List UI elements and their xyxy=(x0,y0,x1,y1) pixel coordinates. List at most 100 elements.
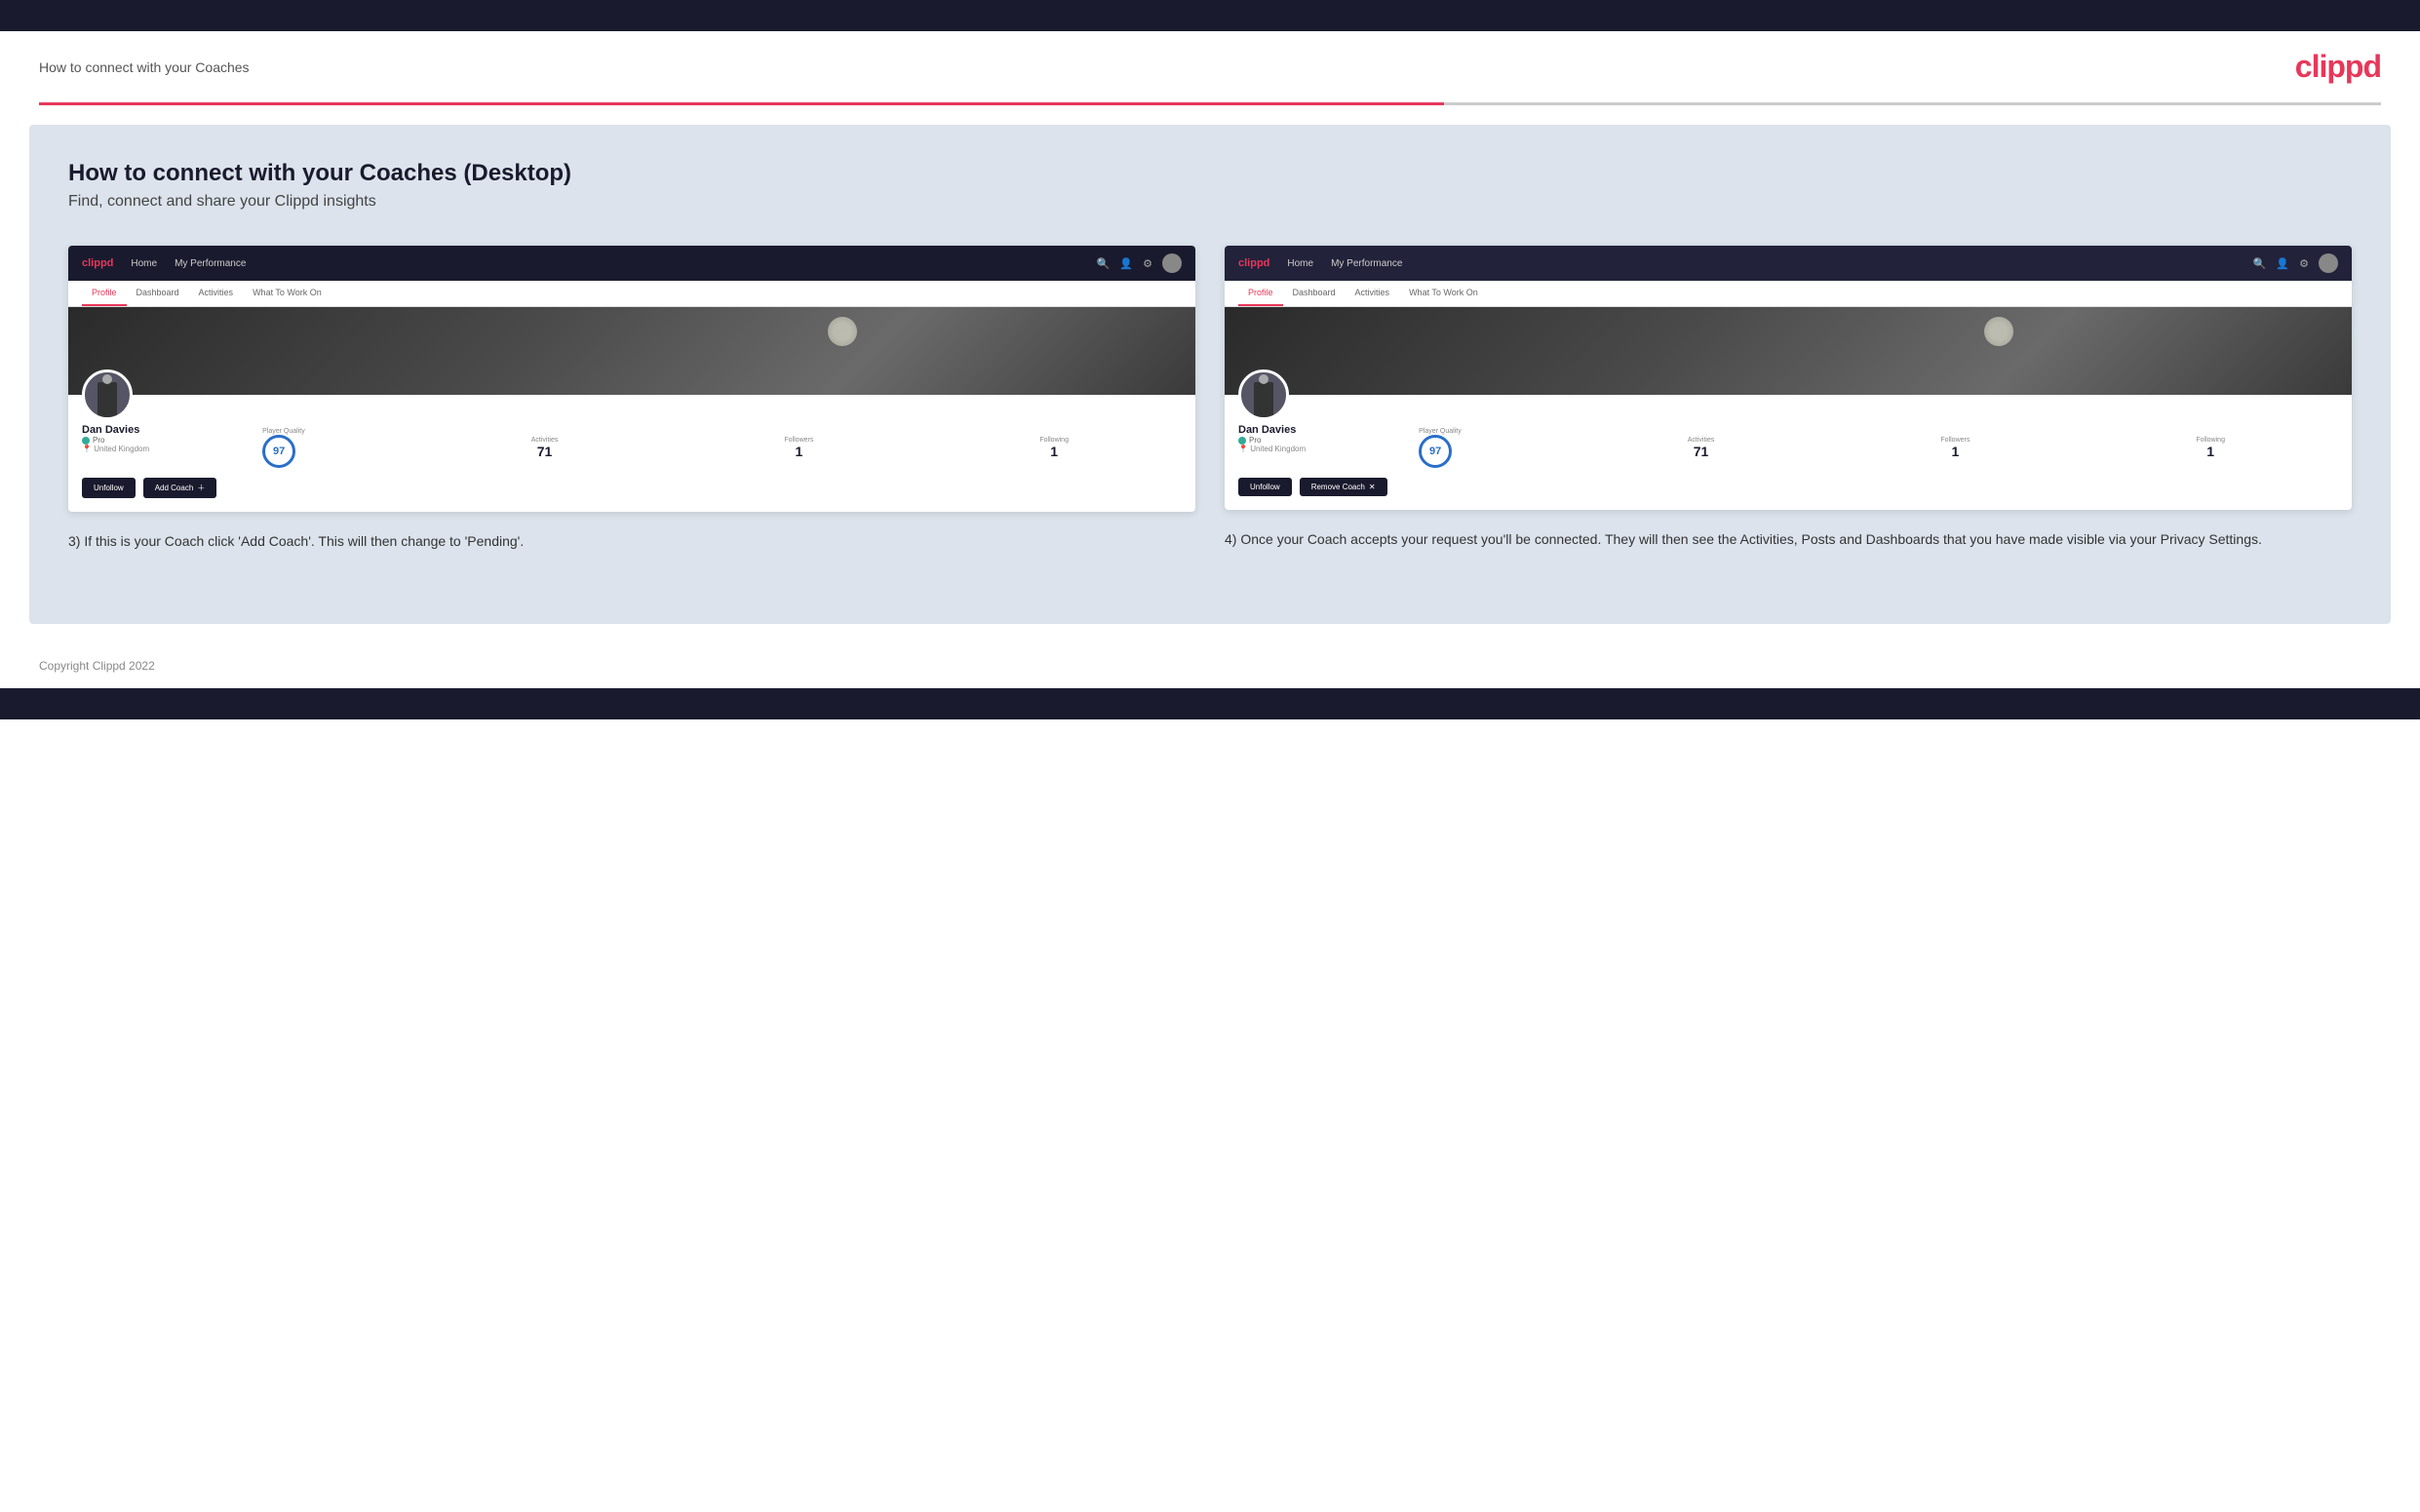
profile-role-1: Pro xyxy=(82,436,149,445)
following-value-1: 1 xyxy=(1039,444,1069,459)
copyright-text: Copyright Clippd 2022 xyxy=(39,659,155,673)
avatar-head-2 xyxy=(1259,374,1269,384)
profile-name-2: Dan Davies xyxy=(1238,424,1306,436)
mini-tabs-1: Profile Dashboard Activities What To Wor… xyxy=(68,281,1195,307)
activities-value-2: 71 xyxy=(1688,444,1715,459)
tab-whattoworkon-2[interactable]: What To Work On xyxy=(1399,281,1488,306)
user-icon-2[interactable]: 👤 xyxy=(2276,257,2289,270)
profile-buttons-2: Unfollow Remove Coach ✕ xyxy=(1238,478,2338,496)
activities-label-2: Activities xyxy=(1688,437,1715,444)
profile-role-2: Pro xyxy=(1238,436,1306,445)
profile-avatar-2 xyxy=(1238,369,1289,420)
mini-nav-home-2: Home xyxy=(1287,258,1313,269)
check-icon-2 xyxy=(1238,437,1246,445)
profile-location-1: 📍 United Kingdom xyxy=(82,445,149,453)
mini-nav-2: clippd Home My Performance 🔍 👤 ⚙ xyxy=(1225,246,2352,281)
avatar-figure-1 xyxy=(98,382,117,417)
mini-nav-right-1: 🔍 👤 ⚙ xyxy=(1097,253,1182,273)
profile-stats-1: Player Quality 97 Activities 71 Follower… xyxy=(149,428,1182,468)
screenshots-row: clippd Home My Performance 🔍 👤 ⚙ Profile… xyxy=(68,246,2352,552)
profile-section-1: Dan Davies Pro 📍 United Kingdom xyxy=(68,369,1195,512)
top-bar xyxy=(0,0,2420,31)
mini-nav-performance-2: My Performance xyxy=(1331,258,1402,269)
location-icon-2: 📍 xyxy=(1238,445,1248,453)
clippd-logo: clippd xyxy=(2295,49,2381,85)
search-icon-2[interactable]: 🔍 xyxy=(2253,257,2267,270)
settings-icon-1[interactable]: ⚙ xyxy=(1143,257,1152,270)
mini-tabs-2: Profile Dashboard Activities What To Wor… xyxy=(1225,281,2352,307)
followers-value-2: 1 xyxy=(1940,444,1970,459)
user-icon-1[interactable]: 👤 xyxy=(1119,257,1133,270)
activities-value-1: 71 xyxy=(531,444,559,459)
tab-activities-2[interactable]: Activities xyxy=(1346,281,1400,306)
main-content: How to connect with your Coaches (Deskto… xyxy=(29,125,2391,624)
stat-followers-1: Followers 1 xyxy=(784,437,813,459)
search-icon-1[interactable]: 🔍 xyxy=(1097,257,1111,270)
tab-profile-1[interactable]: Profile xyxy=(82,281,127,306)
following-value-2: 1 xyxy=(2196,444,2225,459)
nav-avatar-1 xyxy=(1162,253,1182,273)
header-title: How to connect with your Coaches xyxy=(39,59,250,75)
mini-nav-right-2: 🔍 👤 ⚙ xyxy=(2253,253,2338,273)
quality-circle-1: 97 xyxy=(262,435,295,468)
footer: Copyright Clippd 2022 xyxy=(0,643,2420,688)
screenshot-col-2: clippd Home My Performance 🔍 👤 ⚙ Profile… xyxy=(1225,246,2352,552)
screenshot-box-2: clippd Home My Performance 🔍 👤 ⚙ Profile… xyxy=(1225,246,2352,510)
tab-profile-2[interactable]: Profile xyxy=(1238,281,1283,306)
check-icon-1 xyxy=(82,437,90,445)
avatar-head-1 xyxy=(102,374,112,384)
mini-logo-1: clippd xyxy=(82,257,113,269)
header-divider xyxy=(39,102,2381,105)
tab-dashboard-1[interactable]: Dashboard xyxy=(127,281,189,306)
profile-section-2: Dan Davies Pro 📍 United Kingdom xyxy=(1225,369,2352,510)
unfollow-button-1[interactable]: Unfollow xyxy=(82,478,136,498)
profile-avatar-1 xyxy=(82,369,133,420)
role-text-1: Pro xyxy=(93,436,104,445)
followers-value-1: 1 xyxy=(784,444,813,459)
profile-left-2: Dan Davies Pro 📍 United Kingdom xyxy=(1238,424,1306,453)
screenshot-col-1: clippd Home My Performance 🔍 👤 ⚙ Profile… xyxy=(68,246,1195,552)
profile-location-2: 📍 United Kingdom xyxy=(1238,445,1306,453)
header: How to connect with your Coaches clippd xyxy=(0,31,2420,102)
stat-following-2: Following 1 xyxy=(2196,437,2225,459)
profile-left-1: Dan Davies Pro 📍 United Kingdom xyxy=(82,424,149,453)
quality-label-1: Player Quality xyxy=(262,428,305,435)
role-text-2: Pro xyxy=(1249,436,1261,445)
screenshot-box-1: clippd Home My Performance 🔍 👤 ⚙ Profile… xyxy=(68,246,1195,512)
followers-label-1: Followers xyxy=(784,437,813,444)
quality-circle-2: 97 xyxy=(1419,435,1452,468)
settings-icon-2[interactable]: ⚙ xyxy=(2299,257,2309,270)
stat-followers-2: Followers 1 xyxy=(1940,437,1970,459)
following-label-2: Following xyxy=(2196,437,2225,444)
profile-name-1: Dan Davies xyxy=(82,424,149,436)
mini-nav-home-1: Home xyxy=(131,258,157,269)
page-subheading: Find, connect and share your Clippd insi… xyxy=(68,193,2352,211)
profile-info-1: Dan Davies Pro 📍 United Kingdom xyxy=(82,424,1182,468)
plus-icon-1: ＋ xyxy=(197,483,205,493)
stat-quality-1: Player Quality 97 xyxy=(262,428,305,468)
tab-dashboard-2[interactable]: Dashboard xyxy=(1283,281,1346,306)
add-coach-button-1[interactable]: Add Coach ＋ xyxy=(143,478,217,498)
activities-label-1: Activities xyxy=(531,437,559,444)
mini-nav-1: clippd Home My Performance 🔍 👤 ⚙ xyxy=(68,246,1195,281)
profile-stats-2: Player Quality 97 Activities 71 Follower… xyxy=(1306,428,2338,468)
remove-coach-button-2[interactable]: Remove Coach ✕ xyxy=(1300,478,1387,496)
bottom-bar xyxy=(0,688,2420,719)
mini-logo-2: clippd xyxy=(1238,257,1269,269)
profile-buttons-1: Unfollow Add Coach ＋ xyxy=(82,478,1182,498)
tab-whattoworkon-1[interactable]: What To Work On xyxy=(243,281,332,306)
tab-activities-1[interactable]: Activities xyxy=(189,281,244,306)
mini-nav-performance-1: My Performance xyxy=(175,258,246,269)
followers-label-2: Followers xyxy=(1940,437,1970,444)
avatar-figure-2 xyxy=(1254,382,1273,417)
stat-quality-2: Player Quality 97 xyxy=(1419,428,1462,468)
close-icon-2: ✕ xyxy=(1369,483,1376,491)
caption-1: 3) If this is your Coach click 'Add Coac… xyxy=(68,531,1195,552)
stat-following-1: Following 1 xyxy=(1039,437,1069,459)
profile-info-2: Dan Davies Pro 📍 United Kingdom xyxy=(1238,424,2338,468)
unfollow-button-2[interactable]: Unfollow xyxy=(1238,478,1292,496)
location-icon-1: 📍 xyxy=(82,445,92,453)
quality-label-2: Player Quality xyxy=(1419,428,1462,435)
nav-avatar-2 xyxy=(2319,253,2338,273)
page-heading: How to connect with your Coaches (Deskto… xyxy=(68,160,2352,187)
